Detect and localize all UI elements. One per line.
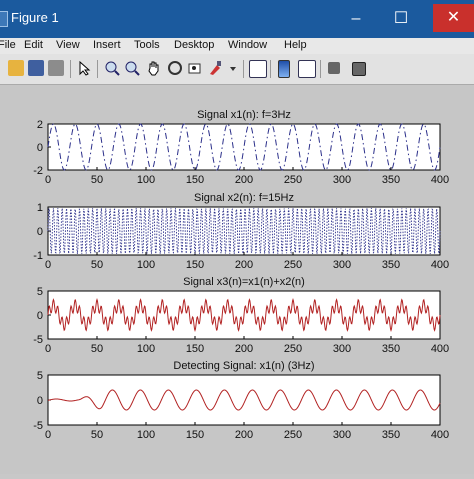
- y-tick-label: 0: [37, 142, 43, 154]
- matlab-figure-icon: [0, 11, 8, 27]
- x-tick-label: 0: [45, 259, 51, 271]
- link-plot-icon[interactable]: [249, 60, 267, 78]
- x-tick-label: 0: [45, 343, 51, 355]
- x-tick-label: 50: [91, 259, 103, 271]
- toolbar-divider: [270, 60, 271, 78]
- x-tick-label: 150: [186, 429, 204, 441]
- subplot-title: Signal x1(n): f=3Hz: [197, 109, 291, 121]
- hide-plot-tools-icon[interactable]: [328, 62, 340, 74]
- menu-help[interactable]: Help: [284, 39, 307, 51]
- x-tick-label: 100: [137, 343, 155, 355]
- menu-edit[interactable]: Edit: [24, 39, 43, 51]
- x-tick-label: 400: [431, 174, 449, 186]
- save-icon[interactable]: [28, 60, 44, 76]
- maximize-button[interactable]: ☐: [387, 8, 415, 30]
- x-tick-label: 100: [137, 259, 155, 271]
- rotate-3d-icon[interactable]: [167, 60, 183, 76]
- subplot-1: Signal x1(n): f=3Hz20-20 50 100 150 200 250 30…: [33, 109, 449, 186]
- figure-canvas: Signal x1(n): f=3Hz 2 0 -2 0 50 100 150 200 250 30…: [0, 85, 474, 474]
- x-tick-label: 150: [186, 174, 204, 186]
- toolbar-divider: [243, 60, 244, 78]
- x-tick-label: 300: [333, 429, 351, 441]
- y-tick-label: 2: [37, 119, 43, 131]
- toolbar-divider: [97, 60, 98, 78]
- legend-icon[interactable]: [298, 60, 316, 78]
- x-tick-label: 50: [91, 174, 103, 186]
- subplot-4: Detecting Signal: x1(n) (3Hz)50-50 50 100 1…: [33, 360, 449, 441]
- data-cursor-icon[interactable]: [187, 60, 203, 76]
- x-tick-label: 300: [333, 343, 351, 355]
- x-tick-label: 200: [235, 429, 253, 441]
- subplot-title: Signal x2(n): f=15Hz: [194, 192, 294, 204]
- x-tick-label: 200: [235, 174, 253, 186]
- axes-box: [47, 123, 441, 171]
- y-tick-label: 0: [37, 395, 43, 407]
- menu-file[interactable]: File: [0, 39, 16, 51]
- menu-desktop[interactable]: Desktop: [174, 39, 214, 51]
- colorbar-icon[interactable]: [278, 60, 290, 78]
- subplots-svg: Signal x1(n): f=3Hz20-20 50 100 150 200 250 30…: [33, 109, 449, 441]
- x-tick-label: 200: [235, 343, 253, 355]
- x-tick-label: 250: [284, 429, 302, 441]
- pan-hand-icon[interactable]: [146, 60, 162, 76]
- y-tick-label: 0: [37, 226, 43, 238]
- show-plot-tools-icon[interactable]: [352, 62, 366, 76]
- x-tick-label: 50: [91, 343, 103, 355]
- menu-bar: File Edit View Insert Tools Desktop Wind…: [0, 38, 474, 54]
- x-tick-label: 0: [45, 429, 51, 441]
- arrow-pointer-icon[interactable]: [76, 60, 92, 76]
- y-tick-label: -5: [33, 420, 43, 432]
- x-tick-label: 100: [137, 429, 155, 441]
- x-tick-label: 250: [284, 174, 302, 186]
- zoom-in-icon[interactable]: [104, 60, 120, 76]
- x-tick-label: 0: [45, 174, 51, 186]
- toolbar-divider: [320, 60, 321, 78]
- y-tick-label: -1: [33, 250, 43, 262]
- open-folder-icon[interactable]: [8, 60, 24, 76]
- close-button[interactable]: ✕: [433, 4, 474, 32]
- x-tick-label: 300: [333, 259, 351, 271]
- menu-insert[interactable]: Insert: [93, 39, 121, 51]
- x-tick-label: 350: [382, 343, 400, 355]
- y-tick-label: 0: [37, 310, 43, 322]
- chevron-down-icon[interactable]: [226, 60, 240, 76]
- window-title: Figure 1: [11, 10, 59, 25]
- x-tick-label: 250: [284, 343, 302, 355]
- x-tick-label: 300: [333, 174, 351, 186]
- x-tick-label: 400: [431, 343, 449, 355]
- print-icon[interactable]: [48, 60, 64, 76]
- menu-window[interactable]: Window: [228, 39, 267, 51]
- zoom-out-icon[interactable]: [124, 60, 140, 76]
- x-tick-label: 250: [284, 259, 302, 271]
- x-tick-label: 400: [431, 259, 449, 271]
- subplot-title: Signal x3(n)=x1(n)+x2(n): [183, 276, 305, 288]
- brush-icon[interactable]: [207, 60, 223, 76]
- x-tick-label: 150: [186, 343, 204, 355]
- y-tick-label: -5: [33, 334, 43, 346]
- x-tick-label: 400: [431, 429, 449, 441]
- x-tick-label: 350: [382, 429, 400, 441]
- window-titlebar[interactable]: Figure 1 – ☐ ✕: [0, 0, 474, 38]
- y-tick-label: 5: [37, 286, 43, 298]
- menu-tools[interactable]: Tools: [134, 39, 160, 51]
- x-tick-label: 50: [91, 429, 103, 441]
- y-tick-label: -2: [33, 165, 43, 177]
- menu-view[interactable]: View: [56, 39, 80, 51]
- x-tick-label: 200: [235, 259, 253, 271]
- subplot-2: Signal x2(n): f=15Hz10-10 50 100 150 200 250 3…: [33, 192, 449, 271]
- axes-box: [47, 374, 441, 426]
- x-tick-label: 350: [382, 259, 400, 271]
- minimize-button[interactable]: –: [342, 8, 370, 30]
- subplot-title: Detecting Signal: x1(n) (3Hz): [173, 360, 314, 372]
- x-tick-label: 350: [382, 174, 400, 186]
- figure-toolbar: [0, 54, 474, 85]
- x-tick-label: 100: [137, 174, 155, 186]
- subplot-3: Signal x3(n)=x1(n)+x2(n)50-50 50 100 150 200…: [33, 276, 449, 355]
- y-tick-label: 1: [37, 202, 43, 214]
- y-tick-label: 5: [37, 370, 43, 382]
- x-tick-label: 150: [186, 259, 204, 271]
- toolbar-divider: [70, 60, 71, 78]
